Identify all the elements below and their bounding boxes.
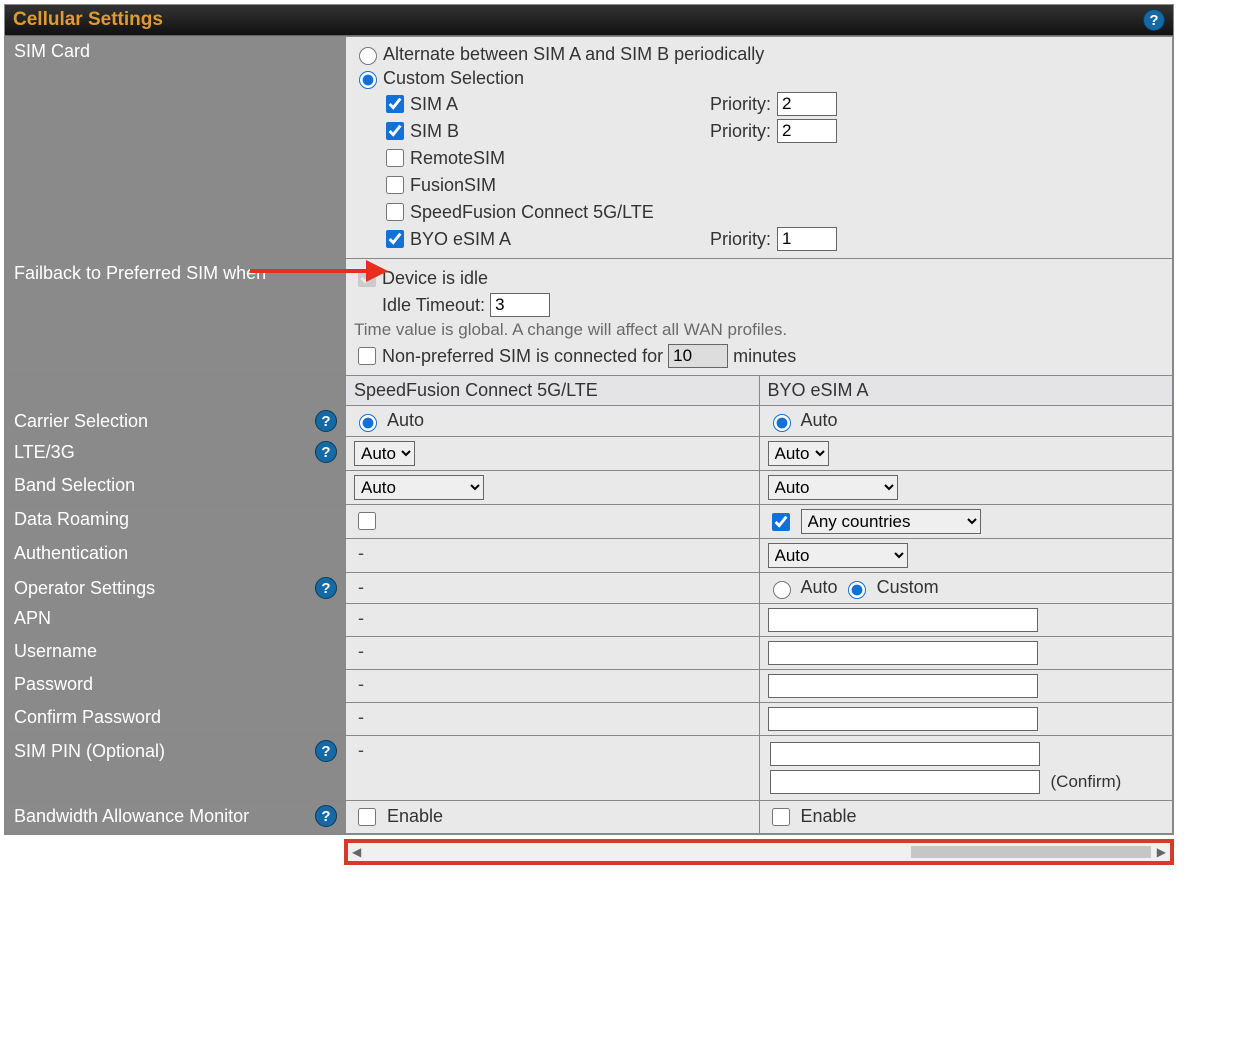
failback-content: Device is idle Idle Timeout: Time value … — [346, 259, 1173, 376]
sim-pin-input-c2[interactable] — [770, 742, 1040, 766]
priority-input-sim-a[interactable] — [777, 92, 837, 116]
sim-pin-label: SIM PIN (Optional) — [14, 741, 165, 762]
help-icon[interactable]: ? — [1143, 9, 1165, 31]
password-c1-dash: - — [354, 674, 364, 694]
checkbox-sfc[interactable] — [386, 203, 404, 221]
select-band-c1[interactable]: Auto — [354, 475, 484, 500]
cellular-settings-panel: Cellular Settings ? SIM Card Alternate b… — [4, 4, 1174, 835]
password-label: Password — [14, 674, 93, 694]
checkbox-sim-b[interactable] — [386, 122, 404, 140]
sfc-label: SpeedFusion Connect 5G/LTE — [410, 202, 670, 223]
idle-timeout-label: Idle Timeout: — [382, 295, 485, 316]
radio-carrier-auto-c1[interactable] — [359, 414, 377, 432]
carrier-auto-c2: Auto — [801, 410, 838, 430]
non-preferred-label: Non-preferred SIM is connected for — [382, 346, 663, 367]
carrier-selection-label: Carrier Selection — [14, 411, 148, 432]
checkbox-sim-a[interactable] — [386, 95, 404, 113]
operator-custom-c2: Custom — [877, 577, 939, 597]
bandwidth-enable-label-c1: Enable — [387, 806, 443, 826]
select-lte-3g-c1[interactable]: Auto — [354, 441, 415, 466]
lte-3g-label: LTE/3G — [14, 442, 75, 463]
bandwidth-enable-label-c2: Enable — [801, 806, 857, 826]
scroll-right-arrow-icon[interactable]: ▶ — [1157, 845, 1166, 859]
apn-input-c2[interactable] — [768, 608, 1038, 632]
carrier-auto-c1: Auto — [387, 410, 424, 430]
byo-esim-a-label: BYO eSIM A — [410, 229, 670, 250]
confirm-password-input-c2[interactable] — [768, 707, 1038, 731]
band-selection-label: Band Selection — [14, 475, 135, 495]
checkbox-roaming-c2[interactable] — [772, 513, 790, 531]
priority-label-b: Priority: — [710, 121, 771, 142]
data-roaming-label: Data Roaming — [14, 509, 129, 529]
panel-title: Cellular Settings — [13, 9, 163, 31]
column-header-empty — [6, 376, 346, 406]
column-header-sfc: SpeedFusion Connect 5G/LTE — [346, 376, 760, 406]
checkbox-non-preferred[interactable] — [358, 347, 376, 365]
remotesim-label: RemoteSIM — [410, 148, 670, 169]
scroll-thumb[interactable] — [911, 846, 1151, 858]
sim-pin-confirm-input-c2[interactable] — [770, 770, 1040, 794]
checkbox-roaming-c1[interactable] — [358, 512, 376, 530]
checkbox-byo-esim-a[interactable] — [386, 230, 404, 248]
failback-label: Failback to Preferred SIM when — [6, 259, 346, 376]
priority-input-byo-esim-a[interactable] — [777, 227, 837, 251]
select-roaming-countries-c2[interactable]: Any countries — [801, 509, 981, 534]
help-icon[interactable]: ? — [315, 740, 337, 762]
help-icon[interactable]: ? — [315, 577, 337, 599]
sim-pin-confirm-note: (Confirm) — [1051, 772, 1122, 791]
checkbox-remotesim[interactable] — [386, 149, 404, 167]
minutes-label: minutes — [733, 346, 796, 367]
panel-header: Cellular Settings ? — [5, 5, 1173, 36]
help-icon[interactable]: ? — [315, 410, 337, 432]
sim-card-label: SIM Card — [6, 37, 346, 259]
checkbox-bandwidth-enable-c1[interactable] — [358, 808, 376, 826]
checkbox-fusionsim[interactable] — [386, 176, 404, 194]
sim-pin-c1-dash: - — [354, 740, 364, 760]
radio-carrier-auto-c2[interactable] — [773, 414, 791, 432]
non-preferred-minutes-input[interactable] — [668, 344, 728, 368]
radio-alternate[interactable] — [359, 47, 377, 65]
checkbox-device-idle — [358, 269, 376, 287]
idle-timeout-input[interactable] — [490, 293, 550, 317]
radio-operator-custom-c2[interactable] — [848, 581, 866, 599]
operator-c1-dash: - — [354, 577, 364, 597]
username-c1-dash: - — [354, 641, 364, 661]
select-auth-c2[interactable]: Auto — [768, 543, 908, 568]
operator-settings-label: Operator Settings — [14, 578, 155, 599]
radio-operator-auto-c2[interactable] — [773, 581, 791, 599]
username-input-c2[interactable] — [768, 641, 1038, 665]
failback-hint: Time value is global. A change will affe… — [354, 320, 1164, 340]
bandwidth-label: Bandwidth Allowance Monitor — [14, 806, 249, 827]
column-header-byo-esim: BYO eSIM A — [759, 376, 1173, 406]
radio-custom-selection[interactable] — [359, 71, 377, 89]
priority-label-esim: Priority: — [710, 229, 771, 250]
priority-label-a: Priority: — [710, 94, 771, 115]
confirm-password-c1-dash: - — [354, 707, 364, 727]
username-label: Username — [14, 641, 97, 661]
fusionsim-label: FusionSIM — [410, 175, 670, 196]
scroll-left-arrow-icon[interactable]: ◀ — [352, 845, 361, 859]
sim-card-content: Alternate between SIM A and SIM B period… — [346, 37, 1173, 259]
password-input-c2[interactable] — [768, 674, 1038, 698]
custom-selection-label: Custom Selection — [383, 68, 524, 89]
device-idle-label: Device is idle — [382, 268, 488, 289]
sim-a-label: SIM A — [410, 94, 670, 115]
sim-b-label: SIM B — [410, 121, 670, 142]
help-icon[interactable]: ? — [315, 441, 337, 463]
apn-c1-dash: - — [354, 608, 364, 628]
apn-label: APN — [14, 608, 51, 628]
checkbox-bandwidth-enable-c2[interactable] — [772, 808, 790, 826]
alternate-label: Alternate between SIM A and SIM B period… — [383, 44, 764, 65]
operator-auto-c2: Auto — [801, 577, 838, 597]
confirm-password-label: Confirm Password — [14, 707, 161, 727]
select-band-c2[interactable]: Auto — [768, 475, 898, 500]
horizontal-scrollbar-annotation: ◀ ▶ — [344, 839, 1174, 865]
help-icon[interactable]: ? — [315, 805, 337, 827]
priority-input-sim-b[interactable] — [777, 119, 837, 143]
auth-c1-dash: - — [354, 543, 364, 563]
select-lte-3g-c2[interactable]: Auto — [768, 441, 829, 466]
authentication-label: Authentication — [14, 543, 128, 563]
